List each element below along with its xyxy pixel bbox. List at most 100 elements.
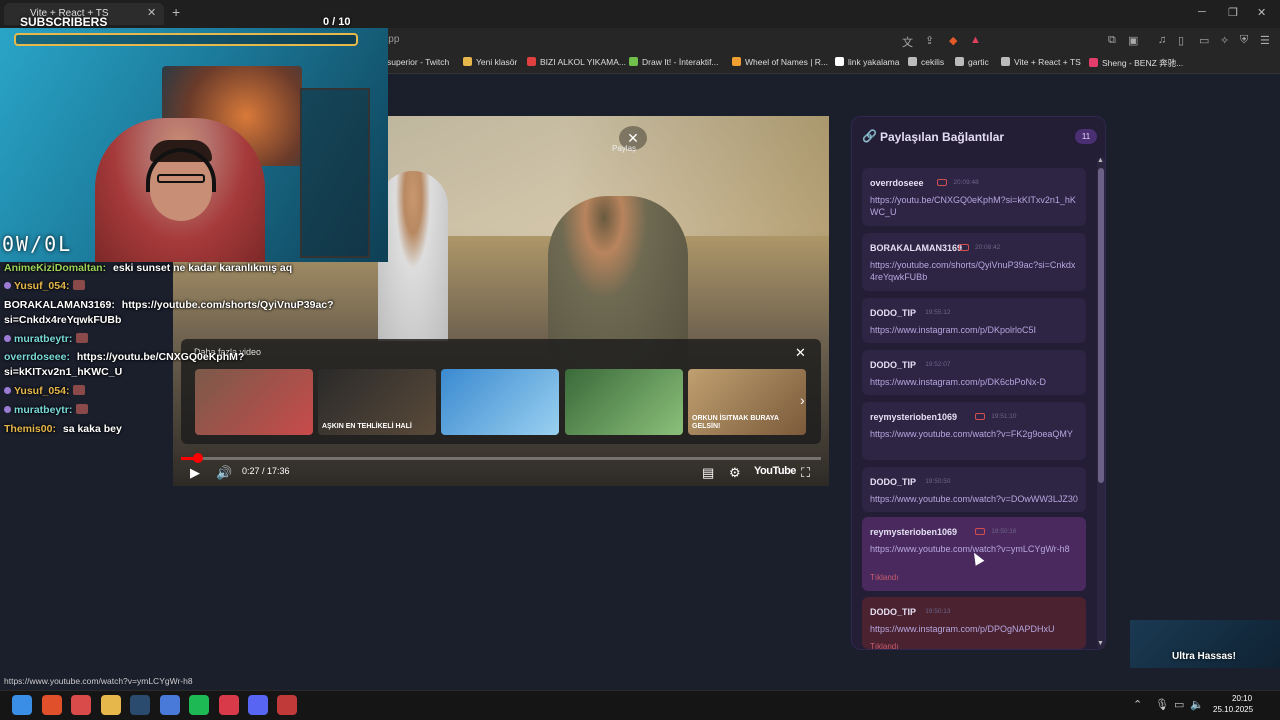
scroll-down-icon[interactable]: ▼ — [1097, 640, 1104, 647]
link-icon: 🔗 — [862, 129, 877, 143]
maximize-icon[interactable]: ❐ — [1228, 6, 1238, 19]
menu-icon[interactable]: ☰ — [1260, 34, 1270, 47]
shared-link-url[interactable]: https://www.instagram.com/p/DPOgNAPDHxU — [870, 623, 1080, 635]
shared-links-title: Paylaşılan Bağlantılar — [880, 130, 1005, 144]
taskbar-spotify-icon[interactable] — [189, 695, 209, 715]
clock-date[interactable]: 25.10.2025 — [1213, 705, 1253, 714]
speaker-icon[interactable]: 🔈 — [1190, 698, 1204, 711]
shared-link-card[interactable]: BORAKALAMAN3169 20:08:42 https://youtube.c… — [862, 233, 1086, 291]
taskbar-windows-icon[interactable] — [12, 695, 32, 715]
chat-emote-icon — [76, 333, 89, 343]
chat-username[interactable]: BORAKALAMAN3169: — [4, 299, 115, 311]
taskbar-discord-icon[interactable] — [248, 695, 268, 715]
link-author: DODO_TIP — [870, 477, 917, 487]
minimize-icon[interactable]: ─ — [1198, 6, 1206, 18]
shared-link-url[interactable]: https://youtu.be/CNXGQ0eKphM?si=kKITxv2n… — [870, 194, 1080, 218]
webcam-shelf — [300, 88, 370, 258]
shared-link-card[interactable]: DODO_TIP 19:50:50 https://www.youtube.com/… — [862, 467, 1086, 512]
bookmark-item[interactable]: Wheel of Names | R... — [732, 57, 828, 67]
related-video-thumbnail[interactable] — [195, 369, 313, 435]
chat-username[interactable]: muratbeytr: — [14, 333, 72, 345]
youtube-logo[interactable]: YouTube — [754, 465, 796, 477]
settings-gear-icon[interactable]: ⚙ — [729, 465, 741, 481]
more-videos-close-icon[interactable]: ✕ — [795, 345, 806, 361]
chevron-right-icon[interactable]: › — [800, 392, 805, 408]
link-author: reymysterioben1069 — [870, 527, 958, 537]
fullscreen-icon[interactable]: ⛶ — [801, 465, 810, 481]
extensions-icon[interactable]: ⧉ — [1108, 34, 1116, 47]
share-icon[interactable]: ⇪ — [925, 34, 934, 47]
brave-shield-icon[interactable]: ◆ — [949, 34, 957, 47]
progress-bar[interactable] — [181, 457, 821, 460]
bookmark-label: gartic — [968, 57, 989, 67]
ai-icon[interactable]: ✧ — [1220, 34, 1229, 47]
bookmark-item[interactable]: cekilis — [908, 57, 944, 67]
related-video-thumbnail[interactable] — [441, 369, 559, 435]
bookmark-item[interactable]: Sheng - BENZ 奔驰... — [1089, 57, 1183, 69]
brave-rewards-icon[interactable]: ▲ — [970, 34, 981, 46]
shared-link-card[interactable]: DODO_TIP 19:52:07 https://www.instagram.co… — [862, 350, 1086, 395]
taskbar-brave-icon[interactable] — [42, 695, 62, 715]
wallet-icon[interactable]: ▭ — [1199, 34, 1209, 47]
link-author: reymysterioben1069 — [870, 412, 958, 422]
taskbar-steam-icon[interactable] — [130, 695, 150, 715]
chevron-up-icon[interactable]: ⌃ — [1133, 698, 1142, 711]
shared-link-card[interactable]: DODO_TIP 19:55:12 https://www.instagram.co… — [862, 298, 1086, 343]
screenshot-icon[interactable]: ▣ — [1128, 34, 1138, 47]
tab-close-icon[interactable]: ✕ — [147, 6, 156, 19]
shared-link-url[interactable]: https://youtube.com/shorts/QyiVnuP39ac?s… — [870, 259, 1080, 283]
taskbar-maps-icon[interactable] — [71, 695, 91, 715]
chat-username[interactable]: Themis00: — [4, 423, 56, 435]
subtitles-icon[interactable]: ▤ — [702, 465, 714, 481]
scroll-up-icon[interactable]: ▲ — [1097, 157, 1104, 164]
shared-link-card[interactable]: reymysterioben1069 19:51:10 https://www.yo… — [862, 402, 1086, 460]
shared-link-url[interactable]: https://www.instagram.com/p/DK6cbPoNx-D — [870, 376, 1080, 388]
chat-message: Yusuf_054: — [4, 385, 86, 398]
scrollbar-thumb[interactable] — [1098, 168, 1104, 483]
translate-icon[interactable]: 文 — [902, 34, 913, 50]
bookmark-item[interactable]: gartic — [955, 57, 989, 67]
link-timestamp: 19:50:16 — [991, 528, 1017, 535]
glasses-icon — [157, 174, 205, 183]
shared-link-url[interactable]: https://www.youtube.com/watch?v=DOwWW3LJ… — [870, 493, 1080, 505]
taskbar-browser-icon[interactable] — [160, 695, 180, 715]
related-video-thumbnail[interactable]: ORKUN İSITMAK BURAYA GELSİN! — [688, 369, 806, 435]
youtube-icon — [959, 244, 969, 251]
bookmark-item[interactable]: BIZI ALKOL YIKAMA... — [527, 57, 626, 67]
youtube-icon — [975, 528, 986, 535]
related-video-thumbnail[interactable]: AŞKIN EN TEHLİKELİ HALİ — [318, 369, 436, 435]
chat-username[interactable]: Yusuf_054: — [14, 385, 69, 397]
bookmark-item[interactable]: Vite + React + TS — [1001, 57, 1081, 67]
sidebar-icon[interactable]: ▯ — [1178, 34, 1184, 47]
vpn-icon[interactable]: ⛨ — [1240, 34, 1248, 47]
shared-link-card[interactable]: DODO_TIP 19:50:13 https://www.instagram.co… — [862, 597, 1086, 651]
share-label[interactable]: Paylaş — [612, 144, 636, 153]
network-icon[interactable]: ▭ — [1174, 698, 1184, 711]
chat-username[interactable]: AnimeKiziDomaltan: — [4, 262, 106, 274]
new-tab-button[interactable]: + — [172, 4, 180, 20]
shared-link-card[interactable]: overrdoseee 20:09:48 https://youtu.be/CNXG… — [862, 168, 1086, 226]
bookmark-item[interactable]: Draw It! - İnteraktif... — [629, 57, 719, 67]
shared-link-url[interactable]: https://www.youtube.com/watch?v=FK2g9oea… — [870, 428, 1080, 440]
chat-username[interactable]: Yusuf_054: — [14, 280, 69, 292]
taskbar-files-icon[interactable] — [101, 695, 121, 715]
microphone-icon[interactable]: 🎙 — [1155, 698, 1169, 711]
chat-username[interactable]: overrdoseee: — [4, 351, 70, 363]
volume-icon[interactable]: 🔊 — [216, 465, 232, 481]
bookmark-item[interactable]: Yeni klasör — [463, 57, 517, 67]
related-video-thumbnail[interactable] — [565, 369, 683, 435]
taskbar-app-red-icon[interactable] — [219, 695, 239, 715]
media-icon[interactable]: ♫ — [1158, 34, 1166, 46]
close-window-icon[interactable]: ✕ — [1257, 6, 1266, 19]
clicked-status: Tıklandı — [870, 573, 899, 582]
play-icon[interactable]: ▶ — [190, 465, 200, 481]
chat-message: overrdoseee: https://youtu.be/CNXGQ0eKph… — [4, 351, 244, 364]
progress-scrubber[interactable] — [192, 453, 203, 463]
tab-bar — [0, 0, 1280, 28]
clock-time[interactable]: 20:10 — [1232, 694, 1252, 703]
chat-username[interactable]: muratbeytr: — [14, 404, 72, 416]
shared-link-url[interactable]: https://www.instagram.com/p/DKpolrloC5I — [870, 324, 1080, 336]
bookmark-item[interactable]: link yakalama — [835, 57, 900, 67]
link-timestamp: 20:09:48 — [953, 179, 979, 186]
taskbar-news-icon[interactable] — [277, 695, 297, 715]
